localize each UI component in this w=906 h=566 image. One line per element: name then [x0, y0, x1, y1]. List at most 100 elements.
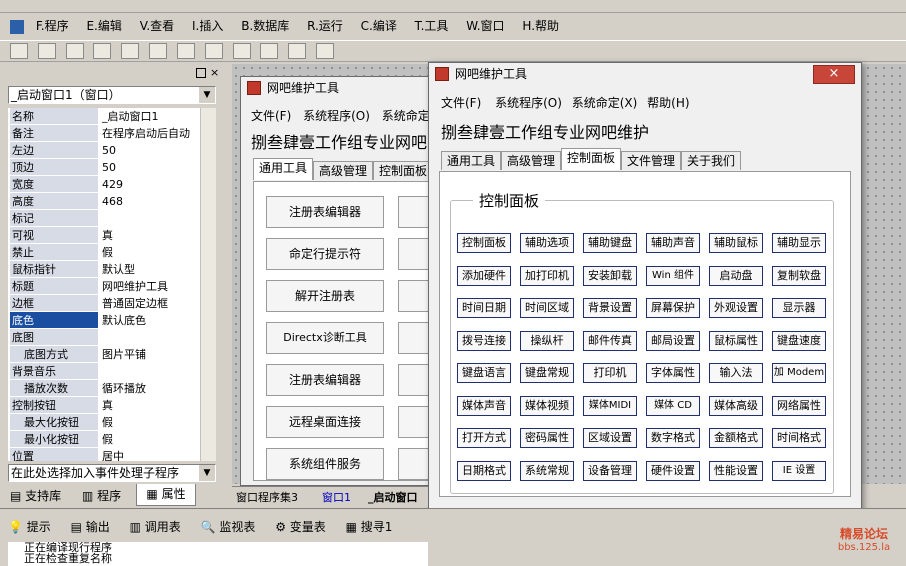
property-value[interactable]: 循环播放: [100, 380, 210, 396]
design-tool-button[interactable]: 注册表编辑器: [266, 196, 384, 228]
control-panel-button[interactable]: 显示器: [772, 298, 826, 318]
property-scrollbar[interactable]: [200, 108, 216, 461]
run-tab-control-panel[interactable]: 控制面板: [561, 148, 622, 170]
design-menu-command[interactable]: 系统命定: [382, 109, 430, 123]
control-panel-button[interactable]: 复制软盘: [772, 265, 826, 286]
control-panel-button[interactable]: 加 Modem: [772, 363, 826, 383]
run-tab-general[interactable]: 通用工具: [441, 151, 502, 170]
control-panel-button[interactable]: 性能设置: [709, 460, 763, 481]
control-panel-button[interactable]: 打印机: [583, 363, 637, 383]
property-value[interactable]: [100, 329, 210, 345]
design-tool-button[interactable]: Directx诊断工具: [266, 322, 384, 354]
control-panel-button[interactable]: 键盘语言: [457, 363, 511, 383]
control-panel-button[interactable]: 键盘速度: [772, 330, 826, 351]
property-row[interactable]: 名称 _启动窗口1: [8, 108, 210, 125]
control-panel-button[interactable]: Win 组件: [646, 265, 700, 286]
control-panel-button[interactable]: 辅助选项: [520, 233, 574, 253]
property-row[interactable]: 背景音乐: [8, 363, 210, 380]
control-panel-button[interactable]: 媒体高级: [709, 395, 763, 416]
property-row[interactable]: 最小化按钮假: [8, 431, 210, 448]
property-row[interactable]: 底色 默认底色: [8, 312, 210, 329]
control-panel-button[interactable]: 媒体 CD: [646, 395, 700, 416]
property-row[interactable]: 可视真: [8, 227, 210, 244]
control-panel-button[interactable]: 系统常规: [520, 460, 574, 481]
control-panel-button[interactable]: 打开方式: [457, 428, 511, 448]
panel-tab-program[interactable]: ▥ 程序: [82, 487, 121, 505]
menu-view[interactable]: V.查看: [140, 13, 174, 39]
panel-close-icon[interactable]: ×: [210, 66, 219, 79]
menu-edit[interactable]: E.编辑: [86, 13, 121, 39]
design-tab-advanced[interactable]: 高级管理: [313, 161, 374, 180]
menu-tools[interactable]: T.工具: [415, 13, 449, 39]
chevron-down-icon[interactable]: ▼: [199, 87, 215, 103]
editor-tab-window1[interactable]: 窗口1: [322, 489, 351, 505]
align-top-icon[interactable]: [93, 43, 112, 59]
space-horizontal-icon[interactable]: [260, 43, 279, 59]
menu-program[interactable]: F.程序: [36, 13, 69, 39]
control-panel-button[interactable]: 网络属性: [772, 395, 826, 416]
design-tab-general[interactable]: 通用工具: [253, 158, 314, 180]
run-tab-advanced[interactable]: 高级管理: [501, 151, 562, 170]
property-value[interactable]: 假: [100, 431, 210, 447]
property-value[interactable]: 50: [100, 142, 210, 158]
panel-tab-properties[interactable]: ▦ 属性: [136, 484, 196, 506]
property-value[interactable]: 真: [100, 397, 210, 413]
run-menu-file[interactable]: 文件(F): [441, 96, 481, 110]
control-panel-button[interactable]: 数字格式: [646, 428, 700, 448]
control-panel-button[interactable]: 时间区域: [520, 298, 574, 318]
control-panel-button[interactable]: 区域设置: [583, 428, 637, 448]
control-panel-button[interactable]: 辅助键盘: [583, 233, 637, 253]
control-panel-button[interactable]: 控制面板: [457, 233, 511, 253]
align-center-icon[interactable]: [37, 43, 56, 59]
control-panel-button[interactable]: 硬件设置: [646, 460, 700, 481]
control-panel-button[interactable]: 邮局设置: [646, 330, 700, 351]
control-panel-button[interactable]: 安装卸载: [583, 265, 637, 286]
control-panel-button[interactable]: 辅助显示: [772, 233, 826, 253]
close-button[interactable]: ×: [813, 65, 855, 84]
control-panel-button[interactable]: 媒体声音: [457, 395, 511, 416]
menu-window[interactable]: W.窗口: [466, 13, 504, 39]
control-panel-button[interactable]: 操纵杆: [520, 330, 574, 351]
property-value[interactable]: [100, 363, 210, 379]
property-value[interactable]: [100, 210, 210, 226]
control-panel-button[interactable]: IE 设置: [772, 460, 826, 481]
property-row[interactable]: 控制按钮真: [8, 397, 210, 414]
bottom-tab-variables[interactable]: ⚙ 变量表: [275, 520, 326, 534]
control-panel-button[interactable]: 时间日期: [457, 298, 511, 318]
control-panel-button[interactable]: 鼠标属性: [709, 330, 763, 351]
bottom-tab-tips[interactable]: 💡 提示: [8, 520, 51, 534]
center-form-icon[interactable]: [316, 43, 335, 59]
align-left-icon[interactable]: [10, 43, 28, 59]
property-row[interactable]: 顶边 50: [8, 159, 210, 176]
property-value[interactable]: 居中: [100, 448, 210, 461]
menu-insert[interactable]: I.插入: [192, 13, 223, 39]
control-panel-button[interactable]: 日期格式: [457, 460, 511, 481]
panel-pin-icon[interactable]: [196, 68, 206, 78]
property-row[interactable]: 播放次数 循环播放: [8, 380, 210, 397]
control-panel-button[interactable]: 拨号连接: [457, 330, 511, 351]
property-row[interactable]: 标记: [8, 210, 210, 227]
menu-run[interactable]: R.运行: [307, 13, 343, 39]
editor-tab-startup-window[interactable]: _启动窗口: [368, 489, 418, 505]
bottom-tab-search[interactable]: ▦ 搜寻1: [346, 520, 393, 534]
control-panel-button[interactable]: 启动盘: [709, 265, 763, 286]
property-value[interactable]: 图片平铺: [100, 346, 210, 362]
same-size-icon[interactable]: [232, 43, 251, 59]
control-panel-button[interactable]: 屏幕保护: [646, 298, 700, 318]
design-tab-control[interactable]: 控制面板: [373, 161, 434, 180]
property-value[interactable]: 网吧维护工具: [100, 278, 210, 294]
property-row[interactable]: 禁止假: [8, 244, 210, 261]
menu-help[interactable]: H.帮助: [522, 13, 559, 39]
run-menu-command[interactable]: 系统命定(X): [572, 96, 638, 110]
property-value[interactable]: 真: [100, 227, 210, 243]
property-row[interactable]: 底图: [8, 329, 210, 346]
space-vertical-icon[interactable]: [288, 43, 307, 59]
bottom-tab-watch[interactable]: 🔍 监视表: [201, 520, 256, 534]
control-panel-button[interactable]: 字体属性: [646, 363, 700, 383]
property-row[interactable]: 宽度 429: [8, 176, 210, 193]
control-panel-button[interactable]: 密码属性: [520, 428, 574, 448]
control-panel-button[interactable]: 加打印机: [520, 265, 574, 286]
property-value[interactable]: 在程序启动后自动: [100, 125, 210, 141]
property-row[interactable]: 边框 普通固定边框: [8, 295, 210, 312]
property-value[interactable]: 假: [100, 414, 210, 430]
